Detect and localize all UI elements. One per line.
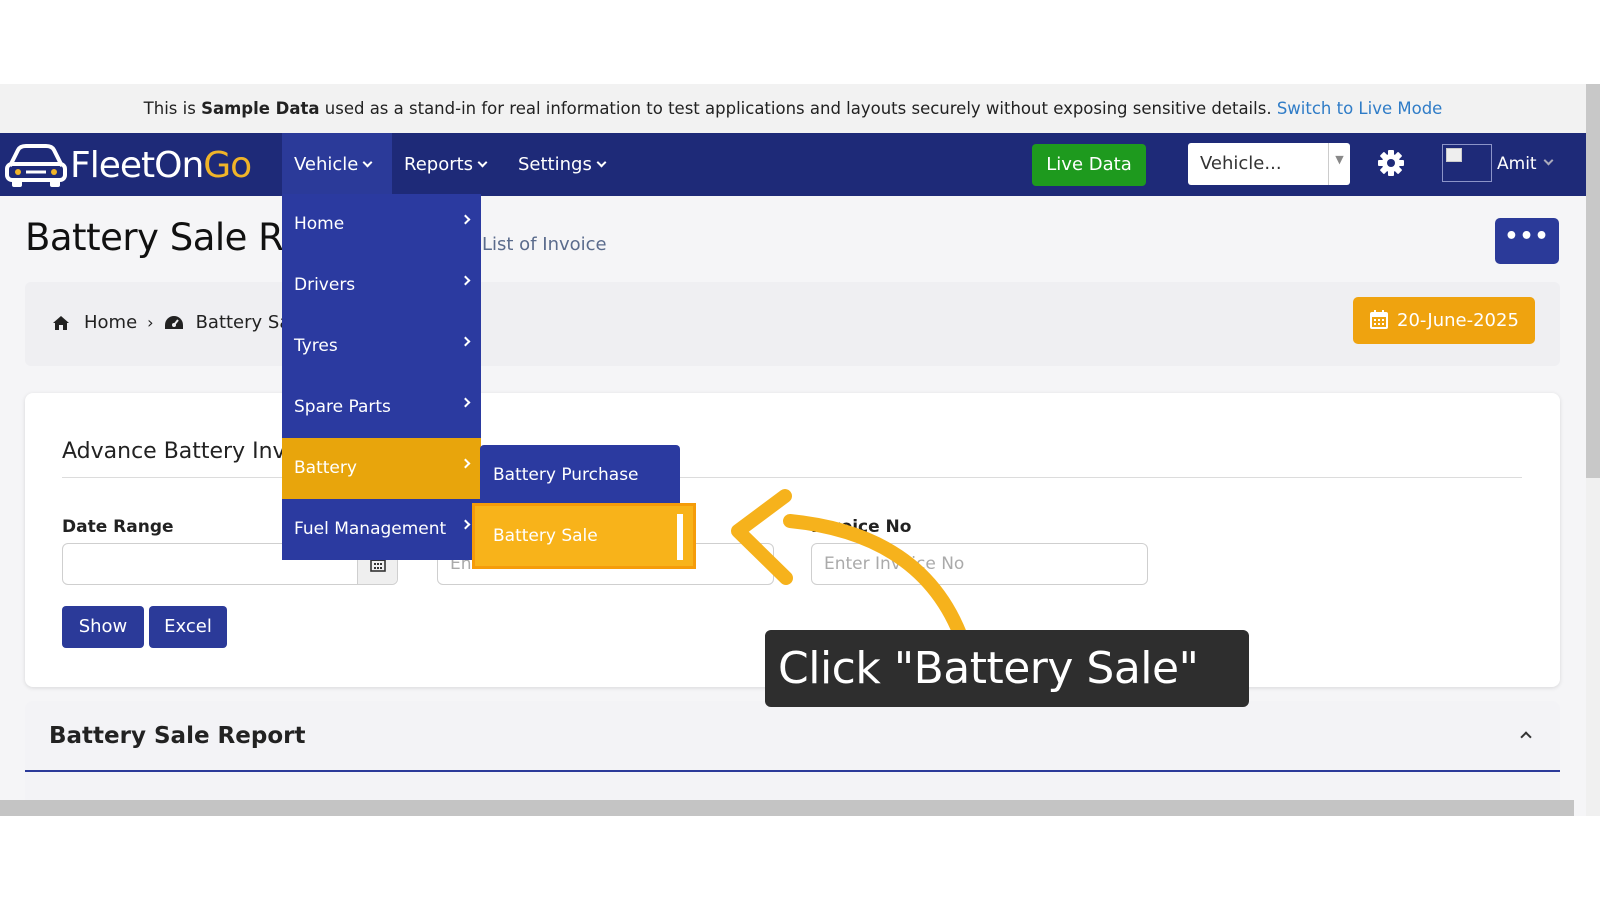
instruction-tooltip: Click "Battery Sale"	[765, 630, 1249, 707]
vertical-scrollbar-thumb[interactable]	[1586, 84, 1600, 478]
app-frame: This is Sample Data used as a stand-in f…	[0, 84, 1586, 816]
horizontal-scrollbar[interactable]	[0, 800, 1574, 816]
